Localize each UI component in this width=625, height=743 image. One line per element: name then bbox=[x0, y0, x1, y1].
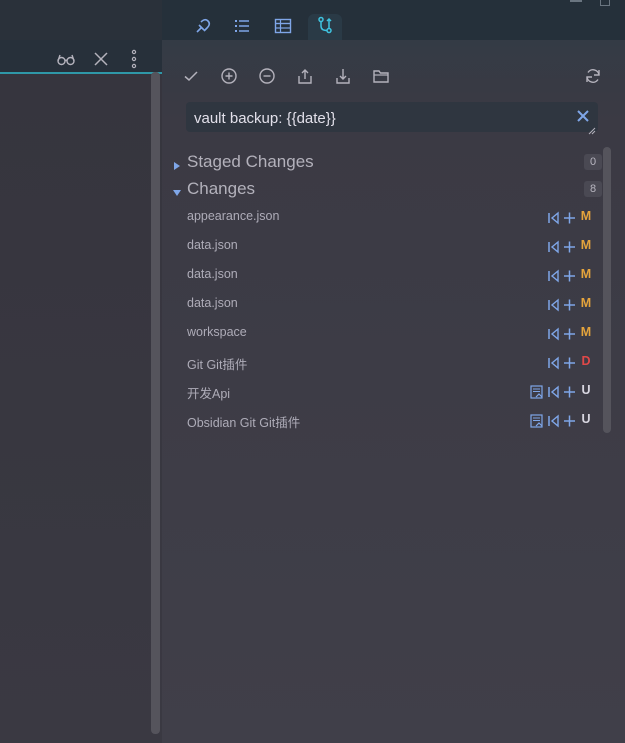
file-name: data.json bbox=[187, 267, 238, 281]
list-icon bbox=[232, 16, 252, 41]
expanded-triangle-icon bbox=[172, 185, 182, 196]
commit-message-input[interactable] bbox=[192, 106, 566, 130]
discard-changes-icon[interactable] bbox=[547, 356, 560, 370]
stage-all-plus-icon bbox=[220, 67, 238, 90]
stage-file-plus-icon[interactable] bbox=[563, 327, 576, 341]
changed-file-row[interactable]: appearance.json M bbox=[186, 205, 598, 231]
bookmark-link-icon bbox=[193, 16, 213, 41]
changes-label: Changes bbox=[187, 179, 256, 198]
git-source-control-panel: Staged Changes 0 Changes 8 appearance.js… bbox=[162, 40, 625, 743]
tab-table[interactable] bbox=[266, 14, 300, 42]
file-name: Obsidian Git Git插件 bbox=[187, 416, 301, 430]
file-status-badge: U bbox=[581, 383, 591, 397]
discard-changes-icon[interactable] bbox=[547, 327, 560, 341]
discard-changes-icon[interactable] bbox=[547, 298, 560, 312]
commit-button[interactable] bbox=[180, 67, 202, 89]
open-folder-button[interactable] bbox=[370, 67, 392, 89]
changed-file-row[interactable]: data.json M bbox=[186, 292, 598, 318]
reading-glasses-icon[interactable] bbox=[56, 49, 76, 69]
file-status-badge: U bbox=[581, 412, 591, 426]
tab-git[interactable] bbox=[308, 14, 342, 40]
push-button[interactable] bbox=[294, 67, 316, 89]
file-name: workspace bbox=[187, 325, 247, 339]
file-status-badge: M bbox=[580, 209, 592, 223]
unstage-all-minus-icon bbox=[258, 67, 276, 90]
discard-changes-icon[interactable] bbox=[547, 414, 560, 428]
table-icon bbox=[273, 16, 293, 41]
stage-file-plus-icon[interactable] bbox=[563, 356, 576, 370]
commit-check-icon bbox=[182, 67, 200, 90]
changed-file-row[interactable]: data.json M bbox=[186, 234, 598, 260]
collapsed-triangle-icon bbox=[172, 158, 182, 170]
stage-file-plus-icon[interactable] bbox=[563, 240, 576, 254]
discard-changes-icon[interactable] bbox=[547, 211, 560, 225]
stage-file-plus-icon[interactable] bbox=[563, 298, 576, 312]
unstage-all-button[interactable] bbox=[256, 67, 278, 89]
stage-all-button[interactable] bbox=[218, 67, 240, 89]
discard-changes-icon[interactable] bbox=[547, 385, 560, 399]
commit-message-box bbox=[186, 102, 598, 135]
open-file-icon[interactable] bbox=[530, 414, 543, 428]
changed-file-row[interactable]: Obsidian Git Git插件 U bbox=[186, 408, 598, 434]
editor-header bbox=[0, 40, 162, 74]
refresh-button[interactable] bbox=[582, 67, 604, 89]
changes-header[interactable]: Changes 8 bbox=[172, 178, 602, 202]
editor-pane bbox=[0, 0, 162, 743]
file-name: data.json bbox=[187, 238, 238, 252]
pull-button[interactable] bbox=[332, 67, 354, 89]
panel-scrollbar[interactable] bbox=[603, 147, 611, 433]
discard-changes-icon[interactable] bbox=[547, 240, 560, 254]
discard-changes-icon[interactable] bbox=[547, 269, 560, 283]
open-file-icon[interactable] bbox=[530, 385, 543, 399]
staged-changes-label: Staged Changes bbox=[187, 152, 314, 171]
git-branch-icon bbox=[315, 15, 335, 40]
window-maximize-button[interactable] bbox=[600, 0, 610, 6]
tab-bookmarks[interactable] bbox=[186, 14, 220, 42]
changed-file-row[interactable]: data.json M bbox=[186, 263, 598, 289]
resize-handle-icon[interactable] bbox=[588, 122, 596, 135]
push-upload-icon bbox=[296, 67, 314, 90]
file-status-badge: M bbox=[580, 238, 592, 252]
open-folder-icon bbox=[372, 67, 390, 90]
refresh-icon bbox=[584, 67, 602, 90]
pull-download-icon bbox=[334, 67, 352, 90]
window-minimize-button[interactable] bbox=[570, 0, 582, 2]
stage-file-plus-icon[interactable] bbox=[563, 269, 576, 283]
staged-changes-count: 0 bbox=[584, 154, 602, 170]
file-status-badge: M bbox=[580, 325, 592, 339]
close-icon[interactable] bbox=[91, 49, 111, 69]
stage-file-plus-icon[interactable] bbox=[563, 414, 576, 428]
stage-file-plus-icon[interactable] bbox=[563, 211, 576, 225]
changed-file-row[interactable]: workspace M bbox=[186, 321, 598, 347]
file-status-badge: D bbox=[581, 354, 591, 368]
stage-file-plus-icon[interactable] bbox=[563, 385, 576, 399]
more-options-icon[interactable] bbox=[124, 49, 144, 69]
changes-count: 8 bbox=[584, 181, 602, 197]
tab-outline[interactable] bbox=[225, 14, 259, 42]
changed-file-row[interactable]: Git Git插件 D bbox=[186, 350, 598, 376]
file-status-badge: M bbox=[580, 267, 592, 281]
file-name: appearance.json bbox=[187, 209, 280, 223]
sidebar-tab-strip bbox=[162, 0, 625, 40]
staged-changes-header[interactable]: Staged Changes 0 bbox=[172, 151, 602, 175]
editor-scrollbar[interactable] bbox=[151, 72, 160, 734]
file-name: Git Git插件 bbox=[187, 358, 248, 372]
changed-file-row[interactable]: 开发Api U bbox=[186, 379, 598, 405]
file-name: data.json bbox=[187, 296, 238, 310]
file-status-badge: M bbox=[580, 296, 592, 310]
clear-message-icon[interactable] bbox=[576, 109, 590, 123]
file-name: 开发Api bbox=[187, 387, 231, 401]
